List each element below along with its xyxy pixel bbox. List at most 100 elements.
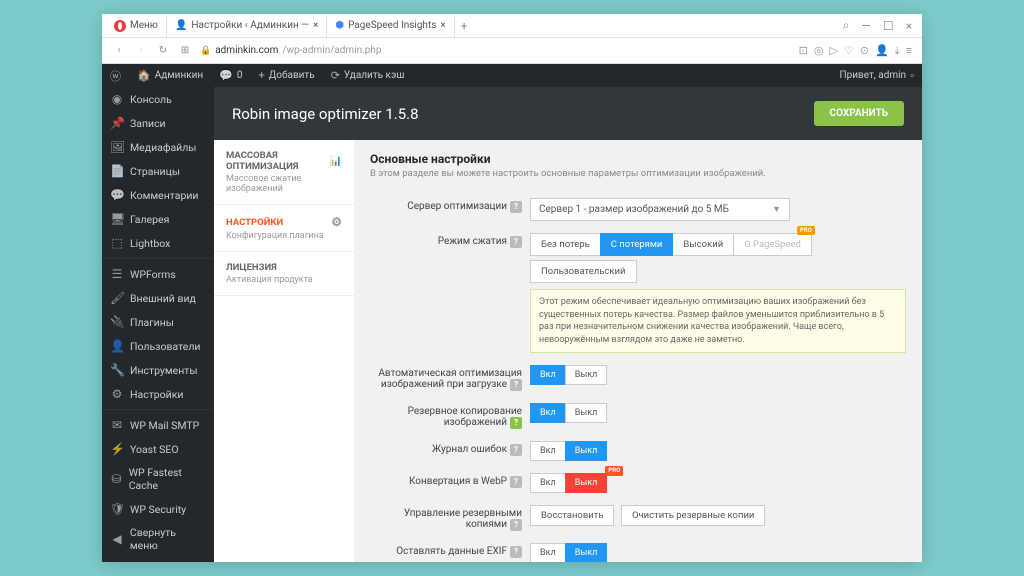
close-icon[interactable]: × <box>313 20 318 31</box>
exif-toggle[interactable]: ВклВыкл <box>530 543 607 562</box>
help-icon[interactable]: ? <box>510 201 522 213</box>
sidebar-icon: 📄 <box>110 164 124 178</box>
sidebar-item[interactable]: 🖌Внешний вид <box>102 286 214 310</box>
plugin-title: Robin image optimizer 1.5.8 <box>232 105 419 123</box>
sidebar-label: WP Mail SMTP <box>130 419 199 432</box>
sidebar-icon: 🖥 <box>110 212 124 226</box>
reload-button[interactable]: ↻ <box>156 45 170 56</box>
mode-option[interactable]: G PageSpeedPRO <box>733 233 812 256</box>
auto-toggle[interactable]: ВклВыкл <box>530 365 607 385</box>
sidebar-icon: 🛡 <box>110 502 124 516</box>
help-icon[interactable]: ? <box>510 476 522 488</box>
sidebar-item[interactable]: ✉WP Mail SMTP <box>102 413 214 437</box>
wp-logo[interactable]: ⓦ <box>102 64 129 87</box>
save-button[interactable]: СОХРАНИТЬ <box>814 101 904 126</box>
sidebar-item[interactable]: ◀Свернуть меню <box>102 521 214 557</box>
wp-sidebar: ◉Консоль📌Записи🖼Медиафайлы📄Страницы💬Комм… <box>102 87 214 562</box>
sidebar-icon: 🔌 <box>110 315 124 329</box>
settings-tab[interactable]: МАССОВАЯ ОПТИМИЗАЦИЯ📊Массовое сжатие изо… <box>214 140 354 205</box>
sidebar-label: Плагины <box>130 316 174 329</box>
sidebar-item[interactable]: ⚡Yoast SEO <box>102 437 214 461</box>
sidebar-item[interactable]: ⚙Настройки <box>102 382 214 406</box>
ext-icon[interactable]: ♡ <box>844 44 854 58</box>
opera-menu[interactable]: Меню <box>106 15 167 37</box>
settings-tab[interactable]: НАСТРОЙКИ⚙Конфигурация плагина <box>214 205 354 252</box>
user-greeting[interactable]: Привет, admin▫ <box>832 64 922 87</box>
pro-badge: PRO <box>797 226 815 235</box>
maximize-button[interactable]: ☐ <box>877 19 900 33</box>
sidebar-icon: ☰ <box>110 267 124 281</box>
mode-option-custom[interactable]: Пользовательский <box>530 260 637 283</box>
close-button[interactable]: × <box>900 19 918 33</box>
help-icon[interactable]: ? <box>510 444 522 456</box>
new-tab-button[interactable]: + <box>455 19 474 33</box>
sidebar-item[interactable]: 👤Пользователи <box>102 334 214 358</box>
tab-icon: ⬢ <box>335 20 344 31</box>
forward-button[interactable]: › <box>134 45 148 56</box>
minimize-button[interactable]: — <box>855 19 876 33</box>
url-bar: ‹ › ↻ ⊞ 🔒 adminkin.com/wp-admin/admin.ph… <box>102 38 922 64</box>
server-select[interactable]: Сервер 1 - размер изображений до 5 МБ ▼ <box>530 198 790 221</box>
restore-button[interactable]: Восстановить <box>530 505 614 526</box>
apps-icon[interactable]: ⊞ <box>178 45 192 56</box>
menu-icon[interactable]: ≡ <box>906 44 912 58</box>
profile-icon[interactable]: 👤 <box>875 44 889 58</box>
gear-icon: ⚙ <box>331 215 342 229</box>
sidebar-icon: 🔧 <box>110 363 124 377</box>
search-icon[interactable]: ⌕ <box>837 18 856 33</box>
sidebar-item[interactable]: 📌Записи <box>102 111 214 135</box>
ext-icon[interactable]: ⊙ <box>860 44 869 58</box>
sidebar-label: Внешний вид <box>130 292 196 305</box>
sidebar-label: Lightbox <box>130 237 170 250</box>
url-field[interactable]: 🔒 adminkin.com/wp-admin/admin.php <box>200 45 791 56</box>
ext-icon[interactable]: ◎ <box>814 44 824 58</box>
sidebar-item[interactable]: ◉Консоль <box>102 87 214 111</box>
backup-toggle[interactable]: ВклВыкл <box>530 403 607 423</box>
sidebar-item[interactable]: 🖥Галерея <box>102 207 214 231</box>
download-icon[interactable]: ⤓ <box>895 44 900 58</box>
close-icon[interactable]: × <box>440 20 445 31</box>
log-toggle[interactable]: ВклВыкл <box>530 441 607 461</box>
sidebar-icon: 📌 <box>110 116 124 130</box>
sidebar-item[interactable]: ☰WPForms <box>102 262 214 286</box>
help-icon[interactable]: ? <box>510 417 522 429</box>
clear-backups-button[interactable]: Очистить резервные копии <box>621 505 765 526</box>
tab-admin[interactable]: 👤 Настройки ‹ Админкин — × <box>167 15 327 37</box>
clear-cache[interactable]: ⟳Удалить кэш <box>323 64 413 87</box>
add-new[interactable]: +Добавить <box>251 64 323 87</box>
wp-admin-bar: ⓦ 🏠Админкин 💬0 +Добавить ⟳Удалить кэш Пр… <box>102 64 922 87</box>
sidebar-item[interactable]: ⛁WP Fastest Cache <box>102 461 214 497</box>
settings-tabs: МАССОВАЯ ОПТИМИЗАЦИЯ📊Массовое сжатие изо… <box>214 140 354 562</box>
mode-option[interactable]: Без потерь <box>530 233 601 256</box>
sidebar-item[interactable]: 🛡 WP Security <box>102 497 214 521</box>
sidebar-label: Yoast SEO <box>130 443 179 456</box>
sidebar-label: WP Security <box>130 503 186 516</box>
help-icon[interactable]: ? <box>510 546 522 558</box>
back-button[interactable]: ‹ <box>112 45 126 56</box>
help-icon[interactable]: ? <box>510 379 522 391</box>
settings-tab[interactable]: ЛИЦЕНЗИЯАктивация продукта <box>214 252 354 296</box>
tab-desc: Массовое сжатие изображений <box>226 174 342 194</box>
webp-toggle[interactable]: ВклВыклPRO <box>530 473 623 493</box>
tab-pagespeed[interactable]: ⬢ PageSpeed Insights × <box>327 15 454 37</box>
select-value: Сервер 1 - размер изображений до 5 МБ <box>539 204 729 215</box>
mode-option[interactable]: Высокий <box>672 233 734 256</box>
ext-icon[interactable]: ⊡ <box>799 44 808 58</box>
tab-name: НАСТРОЙКИ⚙ <box>226 215 342 229</box>
sidebar-item[interactable]: 💬Комментарии <box>102 183 214 207</box>
setting-label: Режим сжатия? <box>370 233 530 248</box>
titlebar: Меню 👤 Настройки ‹ Админкин — × ⬢ PageSp… <box>102 14 922 38</box>
ext-icon[interactable]: ▷ <box>829 44 837 58</box>
sidebar-item[interactable]: 📄Страницы <box>102 159 214 183</box>
opera-icon <box>114 20 126 32</box>
mode-option[interactable]: С потерями <box>600 233 674 256</box>
help-icon[interactable]: ? <box>510 236 522 248</box>
sidebar-item[interactable]: 🔧Инструменты <box>102 358 214 382</box>
help-icon[interactable]: ? <box>510 519 522 531</box>
sidebar-item[interactable]: 🖼Медиафайлы <box>102 135 214 159</box>
site-name[interactable]: 🏠Админкин <box>129 64 211 87</box>
comments-link[interactable]: 💬0 <box>211 64 250 87</box>
sidebar-item[interactable]: ⬚Lightbox <box>102 231 214 255</box>
section-subtitle: В этом разделе вы можете настроить основ… <box>370 168 906 179</box>
sidebar-item[interactable]: 🔌 Плагины <box>102 310 214 334</box>
